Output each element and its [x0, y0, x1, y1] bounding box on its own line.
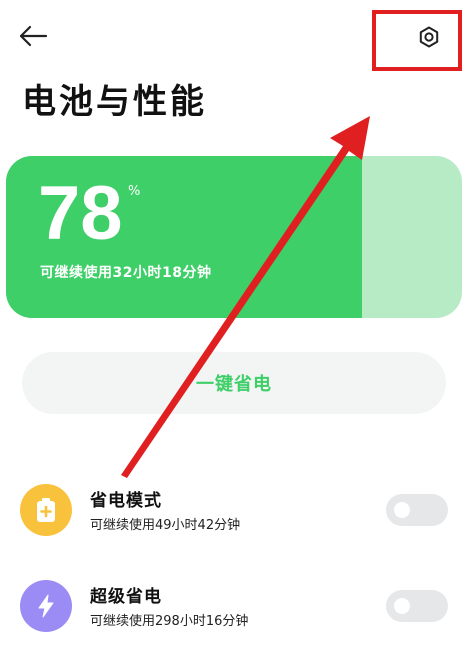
- power-saving-mode-title: 省电模式: [90, 491, 162, 511]
- ultra-power-saving-row[interactable]: 超级省电 可继续使用298小时16分钟: [0, 574, 464, 638]
- battery-card: 78 % 可继续使用32小时18分钟: [6, 156, 462, 318]
- ultra-power-saving-title: 超级省电: [90, 587, 162, 607]
- toggle-knob: [394, 598, 410, 614]
- page-title: 电池与性能: [22, 82, 207, 122]
- hexagon-gear-icon: [419, 26, 439, 47]
- back-button[interactable]: [18, 20, 58, 52]
- power-saving-mode-row[interactable]: 省电模式 可继续使用49小时42分钟: [0, 478, 464, 542]
- ultra-power-saving-subtitle: 可继续使用298小时16分钟: [90, 614, 249, 629]
- back-arrow-icon: [19, 25, 48, 47]
- settings-button[interactable]: [372, 10, 462, 71]
- battery-level-value: 78: [38, 171, 123, 256]
- ultra-power-saving-toggle[interactable]: [386, 590, 448, 622]
- battery-plus-icon: [20, 484, 72, 536]
- power-saving-mode-toggle[interactable]: [386, 494, 448, 526]
- battery-level-unit: %: [128, 184, 141, 199]
- one-tap-power-save-button[interactable]: 一键省电: [22, 352, 446, 414]
- toggle-knob: [394, 502, 410, 518]
- lightning-bolt-icon: [20, 580, 72, 632]
- battery-remaining-time: 可继续使用32小时18分钟: [40, 265, 212, 281]
- power-saving-mode-subtitle: 可继续使用49小时42分钟: [90, 518, 241, 533]
